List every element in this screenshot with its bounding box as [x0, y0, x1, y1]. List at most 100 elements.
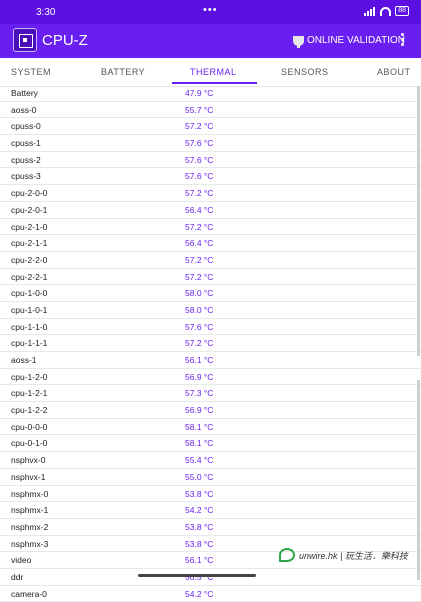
table-row: nsphmx-2 53.8 °C [0, 519, 421, 536]
status-icons: 88 [364, 6, 409, 16]
scrollbar-track [417, 380, 420, 580]
sensor-temperature: 56.9 °C [185, 371, 214, 382]
sensor-name: cpuss-3 [11, 171, 41, 182]
sensor-temperature: 57.6 °C [185, 171, 214, 182]
home-indicator[interactable] [138, 574, 256, 577]
sensor-temperature: 56.1 °C [185, 555, 214, 566]
sensor-temperature: 54.2 °C [185, 588, 214, 599]
cpu-chip-icon [13, 28, 37, 52]
sensor-name: ddr [11, 571, 24, 582]
sensor-temperature: 56.9 °C [185, 405, 214, 416]
sensor-temperature: 55.4 °C [185, 455, 214, 466]
sensor-temperature: 57.2 °C [185, 254, 214, 265]
sensor-name: cpuss-1 [11, 138, 41, 149]
table-row: cpu-0-1-0 58.1 °C [0, 435, 421, 453]
table-row: cpu-2-1-1 56.4 °C [0, 235, 421, 252]
sensor-temperature: 47.9 °C [185, 88, 214, 98]
sensor-temperature: 58.0 °C [185, 304, 214, 315]
table-row: nsphvx-1 55.0 °C [0, 469, 421, 486]
tab-thermal[interactable]: THERMAL [190, 67, 237, 77]
thermal-list[interactable]: Battery 47.9 °C aoss-0 55.7 °C cpuss-0 57.2 °… [0, 85, 421, 602]
scrollbar[interactable] [417, 86, 420, 356]
table-row: Battery 47.9 °C [0, 85, 421, 102]
sensor-temperature: 57.6 °C [185, 138, 214, 149]
status-dots: ••• [203, 4, 218, 16]
sensor-temperature: 57.2 °C [185, 188, 214, 199]
sensor-name: cpu-1-0-0 [11, 288, 48, 299]
sensor-name: cpu-1-0-1 [11, 304, 48, 315]
table-row: cpu-1-2-1 57.3 °C [0, 385, 421, 403]
table-row: cpu-1-1-1 57.2 °C [0, 335, 421, 352]
sensor-name: cpu-1-1-0 [11, 321, 48, 332]
sensor-name: video [11, 555, 32, 566]
sensor-name: Battery [11, 88, 38, 98]
sensor-name: aoss-1 [11, 355, 37, 365]
table-row: cpu-2-2-1 57.2 °C [0, 269, 421, 286]
trophy-icon [293, 35, 304, 48]
sensor-temperature: 57.2 °C [185, 121, 214, 132]
sensor-temperature: 57.2 °C [185, 338, 214, 349]
online-validation-label: ONLINE VALIDATION [307, 35, 405, 46]
sensor-name: cpuss-2 [11, 154, 41, 165]
sensor-name: nsphvx-0 [11, 455, 46, 466]
sensor-temperature: 57.3 °C [185, 388, 214, 399]
online-validation-button[interactable]: ONLINE VALIDATION [293, 35, 405, 48]
table-row: cpu-2-0-1 56.4 °C [0, 202, 421, 219]
table-row: cpu-1-2-0 56.9 °C [0, 369, 421, 386]
sensor-temperature: 55.0 °C [185, 471, 214, 482]
active-tab-indicator [172, 82, 257, 84]
battery-icon: 88 [395, 6, 409, 16]
tab-system[interactable]: SYSTEM [11, 67, 51, 77]
sensor-name: aoss-0 [11, 104, 37, 115]
sensor-name: cpu-1-2-0 [11, 371, 48, 382]
sensor-temperature: 57.6 °C [185, 154, 214, 165]
sensor-temperature: 58.1 °C [185, 438, 214, 449]
sensor-name: cpu-2-1-1 [11, 238, 48, 249]
table-row: cpu-2-2-0 57.2 °C [0, 252, 421, 269]
sensor-name: nsphmx-0 [11, 488, 49, 499]
sensor-name: cpu-1-2-2 [11, 405, 48, 416]
sensor-temperature: 53.8 °C [185, 488, 214, 499]
table-row: cpu-1-0-1 58.0 °C [0, 302, 421, 319]
sensor-temperature: 55.7 °C [185, 104, 214, 115]
sensor-temperature: 57.2 °C [185, 271, 214, 282]
sensor-name: cpu-1-2-1 [11, 388, 48, 399]
table-row: nsphvx-0 55.4 °C [0, 452, 421, 469]
sensor-name: cpu-2-2-0 [11, 254, 48, 265]
tab-about[interactable]: ABOUT [377, 67, 411, 77]
sensor-name: cpu-0-0-0 [11, 421, 48, 432]
unwire-logo-icon [279, 548, 295, 562]
sensor-temperature: 57.2 °C [185, 221, 214, 232]
table-row: cpuss-0 57.2 °C [0, 118, 421, 136]
sensor-name: cpu-2-1-0 [11, 221, 48, 232]
table-row: cpuss-3 57.6 °C [0, 168, 421, 186]
tab-battery[interactable]: BATTERY [101, 67, 145, 77]
wifi-icon [380, 6, 392, 16]
sensor-temperature: 56.1 °C [185, 355, 214, 365]
more-options-icon[interactable] [401, 33, 404, 48]
sensor-name: cpu-1-1-1 [11, 338, 48, 349]
table-row: cpu-1-1-0 57.6 °C [0, 319, 421, 336]
tab-sensors[interactable]: SENSORS [281, 67, 329, 77]
table-row: cpu-2-1-0 57.2 °C [0, 219, 421, 236]
sensor-name: cpu-2-0-1 [11, 204, 48, 215]
sensor-temperature: 53.8 °C [185, 521, 214, 532]
sensor-name: nsphmx-1 [11, 505, 49, 516]
status-bar: 3:30 ••• 88 [0, 0, 421, 24]
sensor-name: cpuss-0 [11, 121, 41, 132]
app-bar: CPU-Z ONLINE VALIDATION [0, 24, 421, 58]
watermark-text: unwire.hk | 玩生活．樂科技 [299, 550, 408, 561]
sensor-name: camera-0 [11, 588, 47, 599]
table-row: nsphmx-1 54.2 °C [0, 502, 421, 519]
sensor-name: nsphvx-1 [11, 471, 46, 482]
signal-icon [364, 6, 376, 16]
table-row: cpu-1-0-0 58.0 °C [0, 285, 421, 302]
sensor-name: nsphmx-2 [11, 521, 49, 532]
sensor-name: cpu-2-0-0 [11, 188, 48, 199]
table-row: cpuss-1 57.6 °C [0, 135, 421, 152]
sensor-temperature: 58.1 °C [185, 421, 214, 432]
sensor-temperature: 53.8 °C [185, 538, 214, 549]
table-row: ddr56.5 °C [0, 569, 421, 586]
sensor-temperature: 58.0 °C [185, 288, 214, 299]
table-row: cpu-1-2-2 56.9 °C [0, 402, 421, 419]
